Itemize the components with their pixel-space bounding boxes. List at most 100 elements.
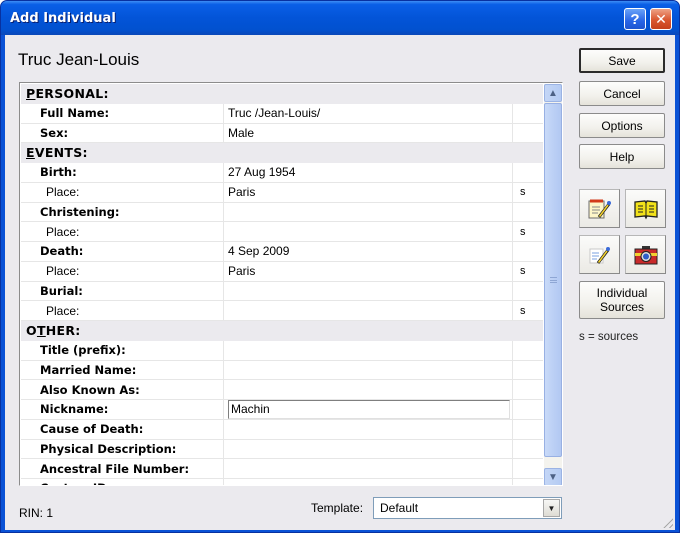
scroll-thumb[interactable] [544, 103, 562, 457]
save-button[interactable]: Save [579, 48, 665, 73]
individual-sources-label: Individual Sources [597, 286, 648, 314]
cancel-button[interactable]: Cancel [579, 81, 665, 106]
field-value[interactable] [224, 479, 513, 485]
source-indicator[interactable] [513, 420, 543, 439]
field-value[interactable] [224, 301, 513, 320]
section-other-label: OTHER: [21, 323, 81, 338]
table-row[interactable]: Death: 4 Sep 2009 [21, 242, 543, 262]
field-value[interactable]: Paris [224, 182, 513, 202]
edit-pencil-icon [589, 246, 610, 264]
source-indicator[interactable] [513, 341, 543, 360]
table-row[interactable]: Physical Description: [21, 439, 543, 460]
field-label: Custom ID: [21, 479, 224, 485]
edit-button[interactable] [579, 235, 620, 274]
source-indicator[interactable] [513, 380, 543, 399]
field-label: Also Known As: [21, 380, 224, 399]
source-indicator[interactable] [513, 104, 543, 123]
field-label: Death: [21, 242, 224, 261]
table-row[interactable]: Christening: [21, 202, 543, 223]
field-value[interactable] [224, 360, 513, 380]
add-individual-dialog: Add Individual ? ✕ Truc Jean-Louis PERSO… [0, 0, 680, 533]
field-label: Place: [21, 222, 224, 241]
help-title-button[interactable]: ? [624, 8, 646, 30]
source-indicator[interactable] [513, 163, 543, 182]
title-bar[interactable]: Add Individual ? ✕ [1, 1, 679, 35]
source-indicator[interactable] [513, 203, 543, 222]
section-events-label: EVENTS: [21, 145, 88, 160]
sources-legend: s = sources [579, 331, 639, 343]
source-indicator[interactable] [513, 400, 543, 419]
sources-book-button[interactable] [625, 189, 666, 228]
source-indicator[interactable] [513, 479, 543, 485]
field-label: Physical Description: [21, 439, 224, 459]
field-value[interactable] [224, 202, 513, 222]
field-label: Nickname: [21, 400, 224, 419]
field-label: Burial: [21, 281, 224, 301]
individual-sources-button[interactable]: Individual Sources [579, 281, 665, 319]
options-button[interactable]: Options [579, 113, 665, 138]
table-row[interactable]: Sex: Male [21, 123, 543, 144]
source-indicator[interactable] [513, 440, 543, 459]
field-value[interactable]: 27 Aug 1954 [224, 163, 513, 182]
dropdown-button[interactable]: ▼ [543, 499, 560, 517]
field-value[interactable]: Male [224, 123, 513, 143]
source-indicator[interactable]: s [513, 262, 543, 281]
field-value[interactable]: Truc /Jean-Louis/ [224, 103, 513, 123]
table-row[interactable]: Title (prefix): [21, 340, 543, 361]
scroll-up-button[interactable]: ▲ [544, 84, 562, 102]
template-dropdown[interactable]: Default ▼ [373, 497, 562, 519]
field-value[interactable] [224, 222, 513, 241]
field-label: Sex: [21, 123, 224, 143]
source-indicator[interactable] [513, 124, 543, 143]
notes-button[interactable] [579, 189, 620, 228]
field-value-cell[interactable] [224, 399, 513, 419]
source-indicator[interactable]: s [513, 301, 543, 320]
field-value[interactable]: Paris [224, 261, 513, 281]
section-text: O [26, 322, 37, 338]
field-value[interactable] [224, 281, 513, 301]
field-value[interactable] [224, 439, 513, 459]
table-row[interactable]: Married Name: [21, 360, 543, 381]
multimedia-button[interactable] [625, 235, 666, 274]
field-label: Title (prefix): [21, 340, 224, 360]
chevron-up-icon: ▲ [548, 87, 558, 99]
source-indicator[interactable]: s [513, 222, 543, 241]
source-indicator[interactable] [513, 242, 543, 261]
table-row[interactable]: Nickname: [21, 399, 543, 420]
help-button[interactable]: Help [579, 144, 665, 169]
table-row[interactable]: Ancestral File Number: [21, 459, 543, 479]
source-indicator[interactable] [513, 459, 543, 478]
field-value[interactable]: 4 Sep 2009 [224, 242, 513, 261]
window-title: Add Individual [10, 11, 116, 26]
grip-icon [549, 277, 557, 283]
scroll-down-button[interactable]: ▼ [544, 468, 562, 485]
field-value[interactable] [224, 459, 513, 478]
table-row[interactable]: Place: s [21, 222, 543, 242]
table-row[interactable]: Custom ID: [21, 479, 543, 485]
vertical-scrollbar[interactable]: ▲ ▼ [544, 84, 562, 485]
close-button[interactable]: ✕ [650, 8, 672, 30]
close-icon: ✕ [655, 10, 667, 27]
table-row[interactable]: Full Name: Truc /Jean-Louis/ [21, 103, 543, 124]
question-icon: ? [630, 10, 640, 28]
table-row[interactable]: Burial: [21, 281, 543, 302]
table-row[interactable]: Cause of Death: [21, 419, 543, 440]
source-indicator[interactable]: s [513, 183, 543, 202]
field-value[interactable] [224, 419, 513, 439]
section-text: VENTS: [34, 145, 88, 161]
field-value[interactable] [224, 340, 513, 360]
camera-icon [634, 245, 657, 264]
source-indicator[interactable] [513, 361, 543, 380]
field-label: Christening: [21, 202, 224, 222]
label-line-2: Sources [599, 300, 644, 314]
table-row[interactable]: Also Known As: [21, 380, 543, 400]
source-indicator[interactable] [513, 282, 543, 301]
resize-grip[interactable] [661, 516, 673, 528]
table-row[interactable]: Birth: 27 Aug 1954 [21, 163, 543, 183]
table-row[interactable]: Place: s [21, 301, 543, 321]
table-row[interactable]: Place: Paris s [21, 261, 543, 282]
field-value[interactable] [224, 380, 513, 399]
field-label: Place: [21, 301, 224, 320]
nickname-input[interactable] [228, 399, 510, 419]
table-row[interactable]: Place: Paris s [21, 182, 543, 203]
